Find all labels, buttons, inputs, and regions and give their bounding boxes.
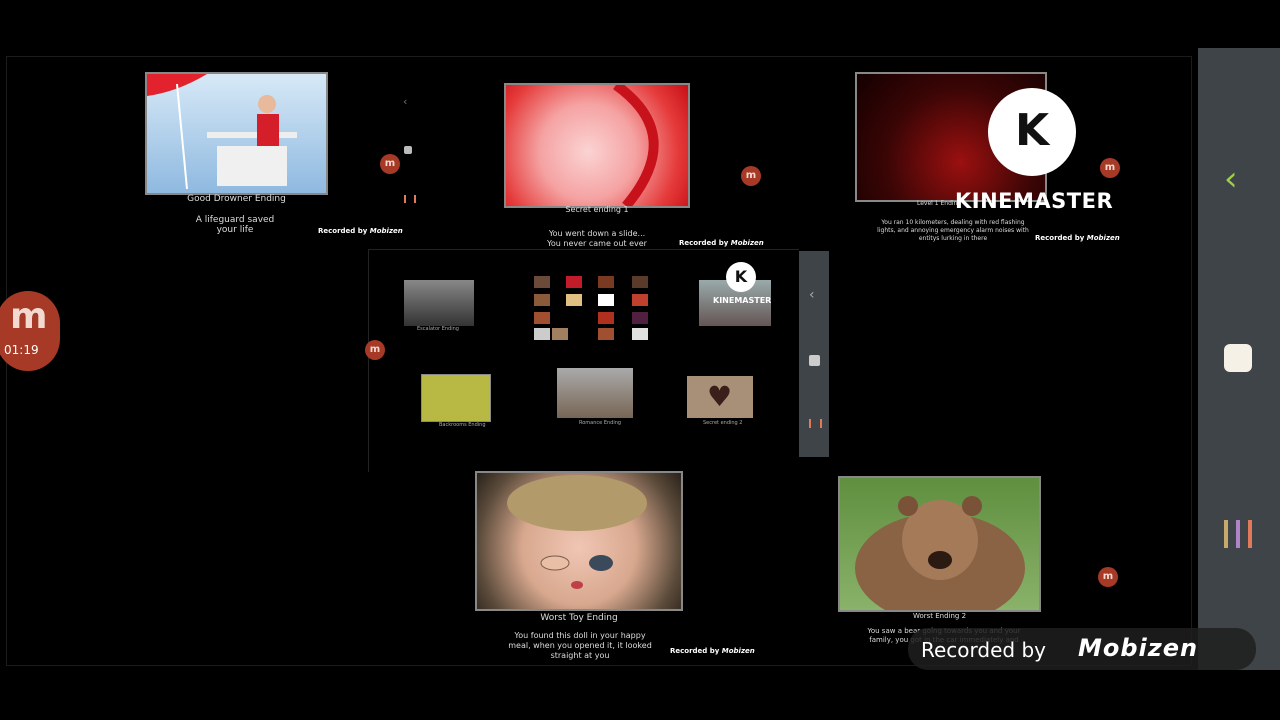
- recording-timer: 01:19: [4, 343, 39, 357]
- stop-icon[interactable]: [404, 146, 412, 154]
- escalator-thumbnail: [404, 280, 474, 326]
- secret-ending-title: Secret ending 1: [565, 205, 629, 214]
- recorder-control-panel: ‹: [1198, 48, 1280, 670]
- worst-toy-thumbnail: [475, 471, 683, 611]
- stop-icon[interactable]: [1224, 344, 1252, 372]
- bear-image: [855, 496, 1025, 610]
- kinemaster-brand: KINEMASTER: [955, 189, 1114, 213]
- escalator-caption: Escalator Ending: [417, 326, 459, 332]
- romance-caption: Romance Ending: [579, 420, 622, 426]
- good-drowner-title: Good Drowner Ending: [187, 194, 286, 204]
- worst-toy-desc: You found this doll in your happy meal, …: [508, 631, 652, 660]
- recorded-screen-canvas: Good Drowner Ending A lifeguard saved yo…: [6, 56, 1192, 666]
- mobizen-bubble-icon[interactable]: m: [365, 340, 385, 360]
- heart-thumbnail: ♥: [687, 376, 753, 418]
- chevron-left-icon[interactable]: ‹: [809, 287, 815, 303]
- recorded-by-watermark: Recorded by Mobizen: [1035, 234, 1120, 242]
- mobizen-bubble-icon[interactable]: m: [380, 154, 400, 174]
- backrooms-caption: Backrooms Ending: [439, 422, 486, 428]
- inner-side-toolbar: ‹: [799, 251, 829, 457]
- chevron-left-icon[interactable]: ‹: [1224, 162, 1238, 196]
- recorded-by-watermark: Recorded by Mobizen: [679, 239, 764, 247]
- nested-recording-frame: Escalator Ending K KINEMASTER Backrooms …: [368, 249, 799, 472]
- slide-tube-image: [613, 85, 659, 206]
- good-drowner-desc: A lifeguard saved your life: [195, 215, 275, 235]
- level-ending-desc: You ran 10 kilometers, dealing with red …: [877, 219, 1029, 242]
- kinemaster-logo-icon: K: [726, 262, 756, 292]
- mobizen-bubble-icon[interactable]: m: [741, 166, 761, 186]
- recorded-by-watermark: Recorded by Mobizen: [670, 647, 755, 655]
- good-drowner-thumbnail: [145, 72, 328, 195]
- worst-ending-2-thumbnail: [838, 476, 1041, 612]
- mobizen-logo-icon: m: [10, 296, 48, 337]
- mobizen-record-timer-bubble[interactable]: m 01:19: [0, 291, 60, 371]
- menu-bars-icon[interactable]: [404, 195, 416, 203]
- lifeguard-image: [147, 74, 297, 190]
- menu-bars-icon[interactable]: [809, 419, 822, 428]
- kinemaster-logo-icon: K: [988, 88, 1076, 176]
- doll-face-image: [507, 475, 647, 589]
- menu-bars-icon[interactable]: [1224, 520, 1254, 548]
- watermark-brand: Mobizen: [1078, 634, 1199, 662]
- recorded-by-mobizen-watermark: Recorded by Mobizen: [908, 628, 1256, 670]
- video-top-bar: [0, 0, 1280, 48]
- recorded-by-watermark: Recorded by Mobizen: [318, 227, 403, 235]
- speedrun-collage: [532, 276, 652, 340]
- chevron-left-icon[interactable]: ‹: [403, 95, 407, 108]
- mobizen-bubble-icon[interactable]: m: [1098, 567, 1118, 587]
- secret-ending-thumbnail: [504, 83, 690, 208]
- romance-thumbnail: [557, 368, 633, 418]
- worst-toy-title: Worst Toy Ending: [540, 613, 618, 623]
- watermark-prefix: Recorded by: [921, 638, 1046, 662]
- video-bottom-bar: [0, 670, 1280, 720]
- kinemaster-inner-brand: KINEMASTER: [713, 296, 772, 305]
- backrooms-thumbnail: [421, 374, 491, 422]
- heart-caption: Secret ending 2: [703, 420, 743, 426]
- stop-icon[interactable]: [809, 355, 820, 366]
- worst-ending-2-title: Worst Ending 2: [912, 612, 967, 620]
- mobizen-bubble-icon[interactable]: m: [1100, 158, 1120, 178]
